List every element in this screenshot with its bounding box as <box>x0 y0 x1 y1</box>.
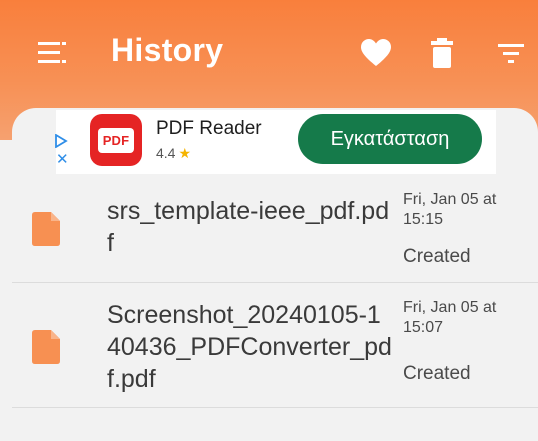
file-status: Created <box>403 246 471 267</box>
ad-banner[interactable]: ✕ PDF PDF Reader 4.4 ★ Εγκατάσταση <box>54 110 496 174</box>
rating-value: 4.4 <box>156 145 176 161</box>
favorites-button[interactable] <box>359 36 393 70</box>
menu-button[interactable] <box>38 40 66 66</box>
adchoices-icon[interactable] <box>54 134 68 148</box>
filter-button[interactable] <box>494 36 528 70</box>
app-icon-label: PDF <box>97 127 135 153</box>
ad-rating: 4.4 ★ <box>156 145 191 162</box>
app-icon: PDF <box>90 114 142 166</box>
file-date: Fri, Jan 05 at 15:07 <box>403 299 497 336</box>
page-title: History <box>111 32 224 68</box>
file-status: Created <box>403 363 471 384</box>
file-date: Fri, Jan 05 at 15:15 <box>403 191 497 228</box>
filter-icon <box>498 44 524 63</box>
delete-button[interactable] <box>425 36 459 70</box>
file-icon <box>32 212 60 246</box>
file-icon <box>32 330 60 364</box>
star-icon: ★ <box>178 145 192 161</box>
ad-app-name: PDF Reader <box>156 118 262 139</box>
close-ad-icon[interactable]: ✕ <box>56 152 69 167</box>
menu-icon <box>38 42 66 63</box>
file-name: srs_template-ieee_pdf.pdf <box>107 197 390 257</box>
file-name: Screenshot_20240105-140436_PDFConverter_… <box>107 301 392 393</box>
list-item[interactable]: srs_template-ieee_pdf.pdf Fri, Jan 05 at… <box>12 176 538 283</box>
list-item[interactable]: Screenshot_20240105-140436_PDFConverter_… <box>12 283 538 408</box>
heart-icon <box>361 39 391 66</box>
install-button[interactable]: Εγκατάσταση <box>298 114 482 164</box>
trash-icon <box>431 38 453 68</box>
